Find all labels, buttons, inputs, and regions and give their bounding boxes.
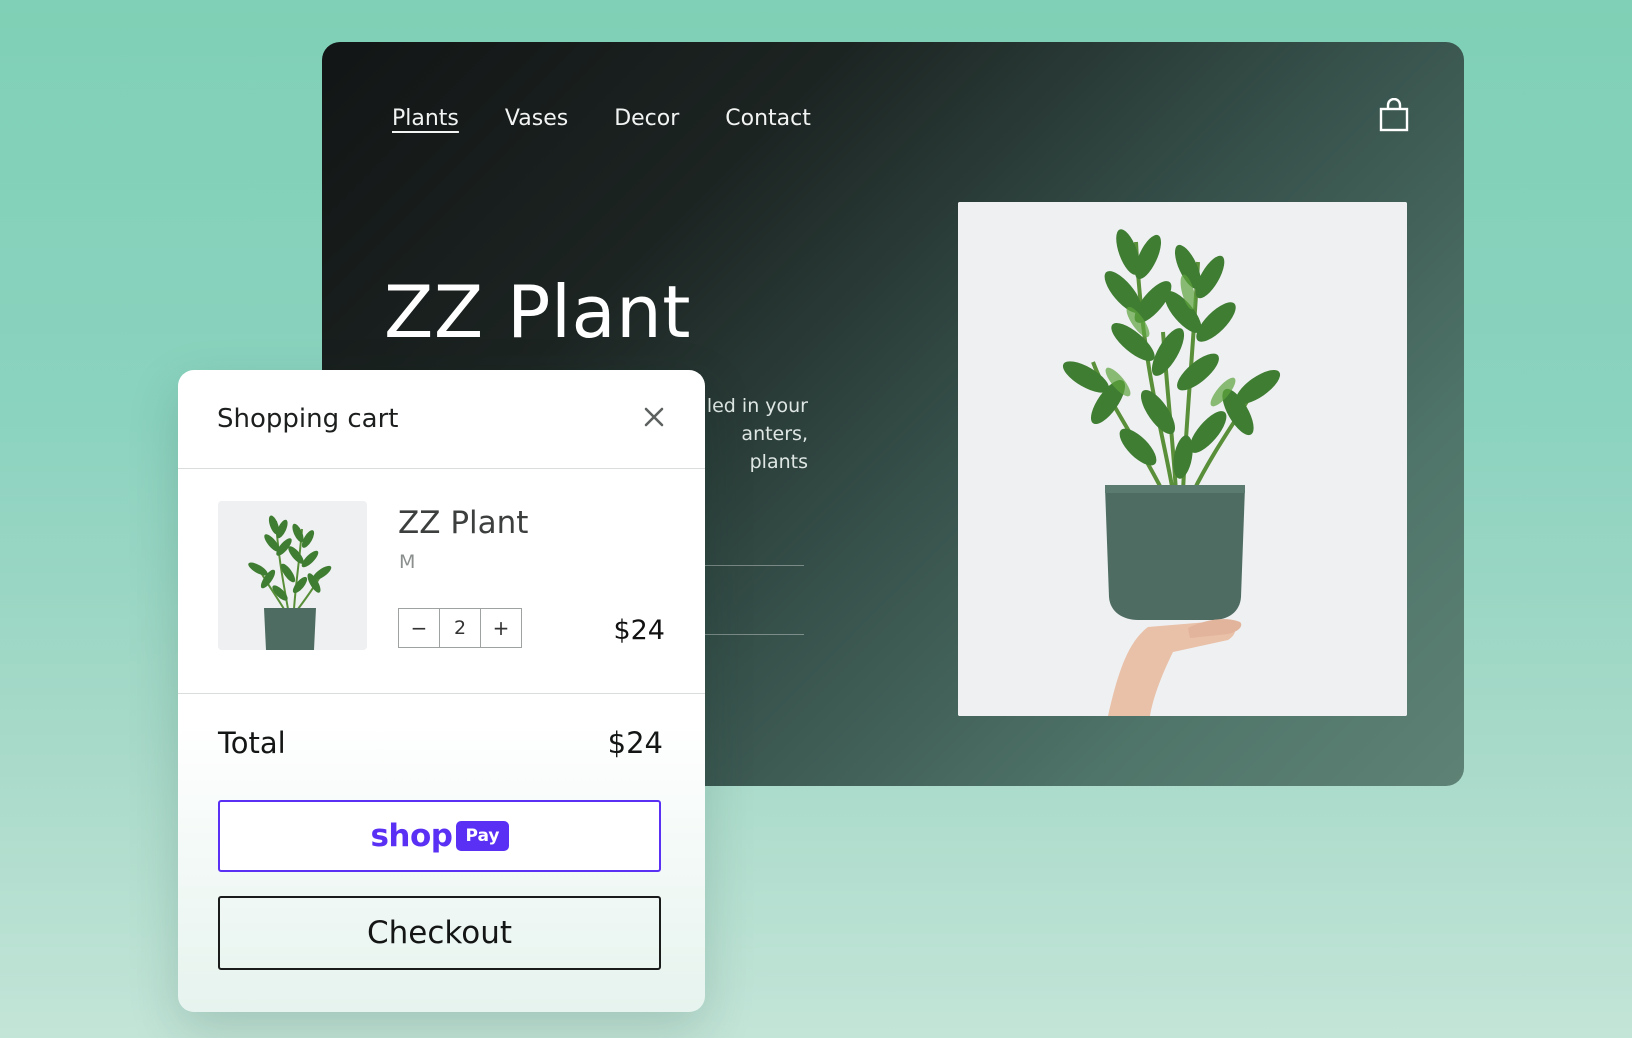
cart-line-item: ZZ Plant M − 2 + $24 [178,469,705,694]
cart-item-variant: M [399,551,416,573]
shopping-bag-icon[interactable] [1378,97,1410,132]
decrement-button[interactable]: − [399,609,439,647]
nav-link-vases[interactable]: Vases [505,102,568,135]
shop-pay-badge: Pay [456,821,509,851]
shopping-cart-panel: Shopping cart ZZ Plant M − 2 + $24 Total… [178,370,705,1012]
nav-link-plants[interactable]: Plants [392,102,459,135]
cart-title: Shopping cart [217,404,399,434]
cart-total-row: Total $24 [218,726,663,760]
product-title: ZZ Plant [384,270,691,354]
main-nav: Plants Vases Decor Contact [392,102,811,135]
total-value: $24 [607,726,663,760]
close-icon[interactable] [637,400,671,434]
total-label: Total [218,726,286,760]
product-image [958,202,1407,716]
cart-item-image [218,501,367,650]
increment-button[interactable]: + [481,609,521,647]
nav-link-decor[interactable]: Decor [614,102,679,135]
nav-link-contact[interactable]: Contact [725,102,811,135]
cart-item-name: ZZ Plant [398,505,529,541]
quantity-stepper: − 2 + [398,608,522,648]
shop-pay-button[interactable]: shop Pay [218,800,661,872]
shop-pay-wordmark: shop [370,818,453,854]
quantity-value[interactable]: 2 [439,609,481,647]
checkout-button[interactable]: Checkout [218,896,661,970]
cart-header: Shopping cart [178,370,705,469]
cart-item-price: $24 [613,615,665,646]
